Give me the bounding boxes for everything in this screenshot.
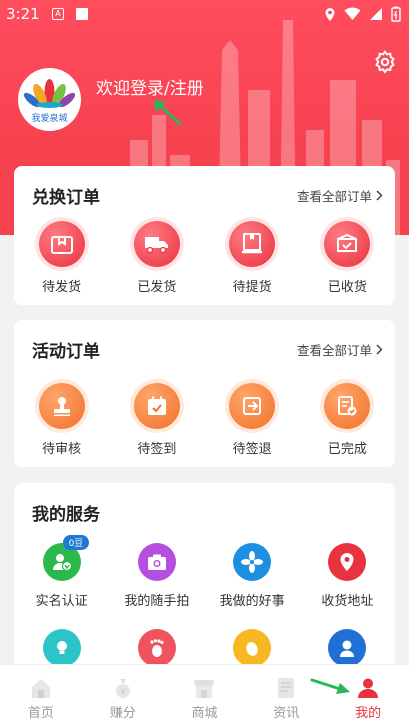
- status-time: 3:21: [6, 5, 40, 23]
- coin-icon: [233, 629, 272, 667]
- lightbulb-icon: [42, 629, 81, 667]
- services-title: 我的服务: [32, 505, 100, 525]
- money-bag-icon: ¥: [115, 679, 130, 698]
- signal-icon: [370, 8, 382, 20]
- package-pickup-icon: [229, 221, 276, 267]
- tab-earn-points[interactable]: ¥ 赚分: [82, 665, 164, 728]
- svg-text:¥: ¥: [120, 688, 125, 697]
- person-icon: [358, 678, 379, 698]
- order-status-label: 已发货: [137, 280, 177, 295]
- volunteer-icon: [328, 629, 367, 667]
- status-a-icon: A: [52, 8, 64, 20]
- bottom-tab-bar: 首页 ¥ 赚分 商城 资讯 我的: [0, 664, 409, 728]
- activity-completed[interactable]: 已完成: [300, 383, 395, 457]
- service-label: 收货地址: [321, 594, 374, 609]
- order-to-pickup[interactable]: 待提货: [205, 221, 300, 295]
- tab-label: 我的: [355, 706, 382, 721]
- news-icon: [278, 678, 295, 698]
- location-icon: [325, 7, 335, 21]
- view-all-activity-orders-link[interactable]: 查看全部订单: [297, 340, 383, 359]
- activity-status-label: 已完成: [327, 442, 367, 457]
- box-icon: [38, 221, 85, 267]
- view-all-label: 查看全部订单: [296, 343, 372, 358]
- service-row2-item[interactable]: [205, 629, 300, 667]
- tab-news[interactable]: 资讯: [245, 665, 327, 728]
- activity-status-label: 待签到: [137, 442, 177, 457]
- tab-home[interactable]: 首页: [0, 665, 82, 728]
- truck-icon: [133, 221, 180, 267]
- service-shipping-address[interactable]: 收货地址: [300, 543, 395, 609]
- activity-status-label: 待审核: [42, 442, 82, 457]
- footprint-icon: [137, 629, 176, 667]
- activity-to-checkin[interactable]: 待签到: [109, 383, 204, 457]
- service-label: 我做的好事: [219, 594, 285, 609]
- activity-orders-title: 活动订单: [32, 342, 100, 362]
- view-all-label: 查看全部订单: [296, 189, 372, 204]
- tab-label: 资讯: [273, 706, 300, 721]
- activity-status-label: 待签退: [232, 442, 272, 457]
- logo-text: 我爱泉城: [31, 114, 68, 124]
- activity-orders-card: 活动订单 查看全部订单 待审核 待签到 待签退 已完成: [14, 320, 395, 467]
- stamp-icon: [38, 383, 85, 429]
- order-status-label: 待发货: [42, 280, 82, 295]
- order-to-ship[interactable]: 待发货: [14, 221, 109, 295]
- calendar-icon: [133, 383, 180, 429]
- document-check-icon: [324, 383, 371, 429]
- sign-out-icon: [229, 383, 276, 429]
- fan-icon: [233, 543, 272, 581]
- tab-label: 商城: [191, 706, 218, 721]
- tab-mine[interactable]: 我的: [327, 665, 409, 728]
- service-row2-item[interactable]: [300, 629, 395, 667]
- order-received[interactable]: 已收货: [300, 221, 395, 295]
- tab-label: 首页: [27, 706, 54, 721]
- tab-mall[interactable]: 商城: [164, 665, 246, 728]
- home-icon: [31, 679, 50, 698]
- chevron-right-icon: [376, 190, 383, 201]
- order-shipped[interactable]: 已发货: [109, 221, 204, 295]
- exchange-orders-card: 兑换订单 查看全部订单 待发货 已发货 待提货 已收货: [14, 166, 395, 305]
- status-bar: 3:21 A: [0, 0, 409, 30]
- status-square-icon: [76, 8, 88, 20]
- tab-label: 赚分: [109, 706, 136, 721]
- view-all-exchange-orders-link[interactable]: 查看全部订单: [297, 186, 383, 205]
- activity-to-checkout[interactable]: 待签退: [205, 383, 300, 457]
- annotation-arrow-icon: [154, 100, 182, 126]
- exchange-orders-title: 兑换订单: [32, 188, 100, 208]
- shop-icon: [194, 680, 215, 698]
- avatar[interactable]: 我爱泉城: [18, 68, 81, 131]
- service-snapshot[interactable]: 我的随手拍: [109, 543, 204, 609]
- services-card: 我的服务 0豆 实名认证 我的随手拍 我做的好事 收货地址: [14, 483, 395, 683]
- box-check-icon: [324, 221, 371, 267]
- order-status-label: 待提货: [232, 280, 272, 295]
- service-label: 实名认证: [35, 594, 88, 609]
- camera-icon: [137, 543, 176, 581]
- location-pin-icon: [328, 543, 367, 581]
- service-label: 我的随手拍: [124, 594, 190, 609]
- service-good-deeds[interactable]: 我做的好事: [205, 543, 300, 609]
- battery-icon: [391, 6, 401, 22]
- activity-pending-review[interactable]: 待审核: [14, 383, 109, 457]
- annotation-arrow-icon: [310, 678, 350, 694]
- gear-icon[interactable]: [373, 50, 397, 74]
- service-real-name-auth[interactable]: 0豆 实名认证: [14, 535, 109, 609]
- beans-badge: 0豆: [62, 535, 90, 550]
- service-row2-item[interactable]: [109, 629, 204, 667]
- service-row2-item[interactable]: [14, 629, 109, 667]
- chevron-right-icon: [376, 344, 383, 355]
- order-status-label: 已收货: [327, 280, 367, 295]
- wifi-icon: [344, 7, 361, 20]
